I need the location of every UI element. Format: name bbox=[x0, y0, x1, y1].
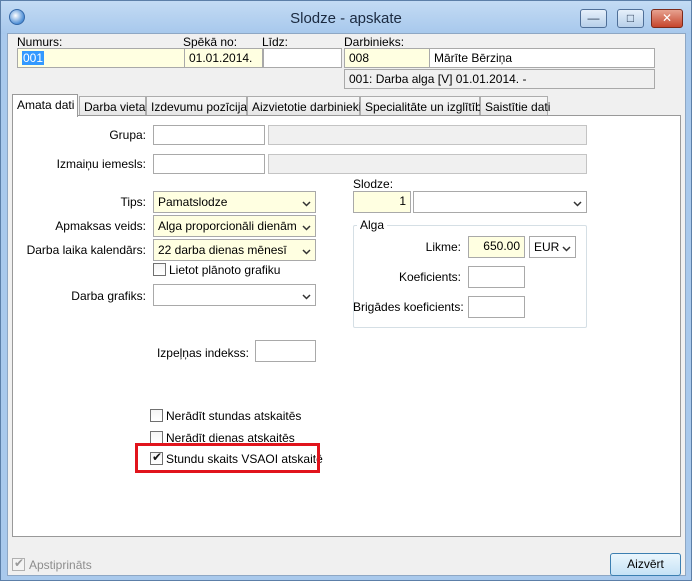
izmainu-iemesls-field[interactable] bbox=[153, 154, 265, 174]
chevron-down-icon bbox=[302, 225, 311, 231]
tab-izdevumu-pozicijas[interactable]: Izdevumu pozīcijas bbox=[146, 96, 253, 116]
numurs-label: Numurs: bbox=[17, 35, 63, 49]
minimize-icon: — bbox=[587, 11, 600, 25]
chevron-down-icon bbox=[562, 246, 571, 252]
slodze-label: Slodze: bbox=[353, 177, 394, 191]
darba-grafiks-label: Darba grafiks: bbox=[71, 289, 146, 303]
currency-dropdown[interactable]: EUR bbox=[529, 236, 576, 258]
izpelnas-indekss-field[interactable] bbox=[255, 340, 316, 362]
lidz-label: Līdz: bbox=[262, 35, 289, 49]
apmaksas-veids-label: Apmaksas veids: bbox=[55, 219, 146, 233]
dialog-client-area: Numurs: 001 Spēkā no: 01.01.2014. Līdz: … bbox=[7, 33, 686, 576]
darba-grafiks-dropdown[interactable] bbox=[153, 284, 316, 306]
chevron-down-icon bbox=[302, 249, 311, 255]
maximize-button[interactable]: □ bbox=[617, 9, 644, 28]
apstiprinats-label: Apstiprināts bbox=[29, 558, 92, 572]
darbinieks-code-field[interactable]: 008 bbox=[344, 48, 430, 68]
tab-aizvietotie-darbinieki[interactable]: Aizvietotie darbinieki bbox=[247, 96, 361, 116]
speka-no-label: Spēkā no: bbox=[183, 35, 238, 49]
tab-saistitie-dati[interactable]: Saistītie dati bbox=[480, 96, 550, 116]
tips-value: Pamatslodze bbox=[158, 195, 228, 209]
annotation-highlight-box bbox=[135, 443, 320, 473]
brigades-koeficients-label: Brigādes koeficients: bbox=[353, 300, 464, 314]
tips-dropdown[interactable]: Pamatslodze bbox=[153, 191, 316, 213]
numurs-value: 001 bbox=[22, 51, 45, 65]
chevron-down-icon bbox=[302, 294, 311, 300]
tab-amata-dati[interactable]: Amata dati bbox=[12, 94, 78, 117]
darba-laika-kalendars-label: Darba laika kalendārs: bbox=[26, 243, 146, 257]
aizvert-button[interactable]: Aizvērt bbox=[610, 553, 681, 576]
izpelnas-indekss-label: Izpeļņas indekss: bbox=[156, 346, 249, 360]
tab-specialitate-izglitiba[interactable]: Specialitāte un izglītība bbox=[360, 96, 488, 116]
izmainu-iemesls-name-field bbox=[268, 154, 587, 174]
minimize-button[interactable]: — bbox=[580, 9, 607, 28]
darba-laika-kalendars-value: 22 darba dienas mēnesī bbox=[158, 243, 287, 257]
title-bar[interactable]: Slodze - apskate — □ ✕ bbox=[1, 1, 691, 34]
darbinieks-name-field: Mārīte Bērziņa bbox=[429, 48, 655, 68]
brigades-koeficients-field[interactable] bbox=[468, 296, 525, 318]
close-window-button[interactable]: ✕ bbox=[651, 9, 683, 28]
lietot-planoto-grafiku-label[interactable]: Lietot plānoto grafiku bbox=[169, 263, 280, 277]
maximize-icon: □ bbox=[626, 11, 635, 25]
lietot-planoto-grafiku-checkbox[interactable] bbox=[153, 263, 166, 276]
neradit-stundas-label[interactable]: Nerādīt stundas atskaitēs bbox=[166, 409, 301, 423]
alga-group-title: Alga bbox=[357, 218, 388, 232]
grupa-name-field bbox=[268, 125, 587, 145]
koeficients-label: Koeficients: bbox=[398, 270, 461, 284]
tab-darba-vieta[interactable]: Darba vieta bbox=[79, 96, 146, 116]
speka-no-field[interactable]: 01.01.2014. bbox=[184, 48, 263, 68]
slodze-unit-dropdown[interactable] bbox=[413, 191, 587, 213]
close-icon: ✕ bbox=[661, 11, 673, 25]
dialog-window: Slodze - apskate — □ ✕ Numurs: 001 Spēkā… bbox=[0, 0, 692, 581]
slodze-field[interactable]: 1 bbox=[353, 191, 411, 213]
chevron-down-icon bbox=[302, 201, 311, 207]
lidz-field[interactable] bbox=[263, 48, 342, 68]
darbinieks-label: Darbinieks: bbox=[344, 35, 405, 49]
apmaksas-veids-dropdown[interactable]: Alga proporcionāli dienām bbox=[153, 215, 316, 237]
neradit-stundas-checkbox[interactable] bbox=[150, 409, 163, 422]
chevron-down-icon bbox=[573, 201, 582, 207]
apstiprinats-checkbox bbox=[12, 556, 25, 571]
grupa-field[interactable] bbox=[153, 125, 265, 145]
apmaksas-veids-value: Alga proporcionāli dienām bbox=[158, 219, 297, 233]
izmainu-iemesls-label: Izmaiņu iemesls: bbox=[56, 157, 146, 171]
koeficients-field[interactable] bbox=[468, 266, 525, 288]
tips-label: Tips: bbox=[120, 195, 146, 209]
amata-dati-panel: Grupa: Izmaiņu iemesls: Tips: Pamatslodz… bbox=[12, 115, 681, 537]
likme-label: Likme: bbox=[425, 240, 461, 254]
darba-laika-kalendars-dropdown[interactable]: 22 darba dienas mēnesī bbox=[153, 239, 316, 261]
grupa-label: Grupa: bbox=[109, 128, 146, 142]
likme-field[interactable]: 650.00 bbox=[468, 236, 525, 258]
currency-value: EUR bbox=[534, 240, 560, 254]
darbinieks-info-field: 001: Darba alga [V] 01.01.2014. - bbox=[344, 69, 655, 89]
numurs-field[interactable]: 001 bbox=[17, 48, 185, 68]
